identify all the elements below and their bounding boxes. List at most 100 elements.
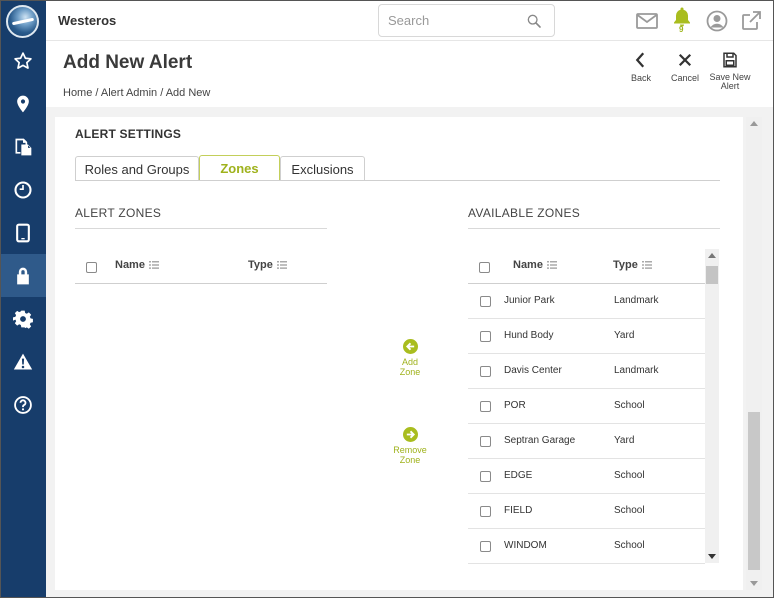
- scroll-down-icon[interactable]: [708, 554, 716, 559]
- row-checkbox[interactable]: [480, 366, 491, 377]
- page-header: Add New Alert Home / Alert Admin / Add N…: [46, 41, 774, 107]
- table-row[interactable]: POR School: [468, 389, 705, 424]
- zone-name: Davis Center: [504, 365, 562, 376]
- table-row[interactable]: FIELD School: [468, 494, 705, 529]
- row-checkbox[interactable]: [480, 331, 491, 342]
- sidebar-item-documents[interactable]: [0, 125, 46, 168]
- available-zones-name-header[interactable]: Name: [513, 259, 557, 271]
- sidebar-item-help[interactable]: [0, 383, 46, 426]
- save-new-alert-button[interactable]: Save New Alert: [706, 51, 754, 91]
- table-row[interactable]: Junior Park Landmark: [468, 284, 705, 319]
- breadcrumb-add-new: Add New: [165, 87, 211, 99]
- scrollbar-thumb[interactable]: [706, 266, 718, 284]
- alert-zones-list: [75, 284, 327, 564]
- top-bar: Westeros 9: [46, 0, 774, 41]
- row-checkbox[interactable]: [480, 506, 491, 517]
- section-title: ALERT SETTINGS: [75, 127, 182, 141]
- arrow-right-icon: [402, 427, 418, 442]
- available-zones-list: Junior Park Landmark Hund Body Yard Davi…: [468, 284, 705, 564]
- sidebar-item-settings[interactable]: [0, 297, 46, 340]
- alert-settings-panel: ALERT SETTINGS Roles and Groups Zones Ex…: [55, 117, 743, 590]
- zone-name: Hund Body: [504, 330, 554, 341]
- help-icon: [14, 395, 32, 414]
- tab-roles-and-groups[interactable]: Roles and Groups: [75, 156, 199, 181]
- column-menu-icon: [276, 261, 287, 269]
- zone-type: Landmark: [614, 295, 659, 306]
- sidebar-item-alerts[interactable]: [0, 340, 46, 383]
- table-row[interactable]: Davis Center Landmark: [468, 354, 705, 389]
- gear-icon: [13, 310, 33, 329]
- zone-type: School: [614, 505, 645, 516]
- lock-icon: [17, 267, 29, 284]
- search-box[interactable]: [378, 4, 555, 37]
- add-zone-button[interactable]: Add Zone: [393, 339, 427, 377]
- row-checkbox[interactable]: [480, 541, 491, 552]
- available-zones-title: AVAILABLE ZONES: [468, 206, 581, 220]
- tab-exclusions[interactable]: Exclusions: [280, 156, 365, 181]
- sidebar-item-favorites[interactable]: [0, 39, 46, 82]
- page-scrollbar[interactable]: [746, 117, 762, 590]
- row-checkbox[interactable]: [480, 401, 491, 412]
- zone-name: Junior Park: [504, 295, 555, 306]
- alert-zones-rule: [75, 228, 327, 229]
- documents-icon: [15, 138, 32, 155]
- zone-type: Yard: [614, 435, 635, 446]
- zone-name: Septran Garage: [504, 435, 576, 446]
- available-zones-type-header[interactable]: Type: [613, 259, 652, 271]
- scroll-down-icon[interactable]: [750, 581, 758, 586]
- zone-type: Landmark: [614, 365, 659, 376]
- remove-zone-button[interactable]: Remove Zone: [388, 427, 432, 465]
- zone-name: WINDOM: [504, 540, 547, 551]
- column-menu-icon: [546, 261, 557, 269]
- breadcrumb-home[interactable]: Home: [63, 87, 92, 99]
- row-checkbox[interactable]: [480, 471, 491, 482]
- warning-icon: [13, 353, 33, 369]
- table-row[interactable]: Hund Body Yard: [468, 319, 705, 354]
- row-checkbox[interactable]: [480, 436, 491, 447]
- tab-zones[interactable]: Zones: [199, 155, 280, 181]
- row-checkbox[interactable]: [480, 296, 491, 307]
- sidebar-item-devices[interactable]: [0, 211, 46, 254]
- user-account-icon[interactable]: [705, 9, 729, 33]
- cancel-button[interactable]: Cancel: [668, 51, 702, 83]
- breadcrumb-alert-admin[interactable]: Alert Admin: [101, 87, 157, 99]
- alert-zones-select-all-checkbox[interactable]: [86, 262, 97, 273]
- chevron-left-icon: [635, 52, 645, 68]
- clock-icon: [14, 180, 32, 199]
- app-logo[interactable]: [6, 5, 39, 38]
- available-zones-select-all-checkbox[interactable]: [479, 262, 490, 273]
- table-row[interactable]: EDGE School: [468, 459, 705, 494]
- tablet-icon: [16, 223, 30, 242]
- scroll-up-icon[interactable]: [750, 121, 758, 126]
- notification-count: 9: [679, 25, 684, 34]
- alert-zones-title: ALERT ZONES: [75, 206, 162, 220]
- available-zones-scrollbar[interactable]: [705, 249, 719, 563]
- breadcrumb: Home / Alert Admin / Add New: [63, 87, 211, 99]
- close-icon: [678, 53, 692, 67]
- sidebar-item-locations[interactable]: [0, 82, 46, 125]
- sidebar: [0, 0, 46, 598]
- table-row[interactable]: Septran Garage Yard: [468, 424, 705, 459]
- zone-name: POR: [504, 400, 526, 411]
- mail-icon[interactable]: [635, 9, 659, 33]
- external-link-icon[interactable]: [739, 9, 763, 33]
- arrow-left-icon: [402, 339, 418, 354]
- search-input[interactable]: [388, 13, 518, 28]
- page-title: Add New Alert: [63, 52, 193, 73]
- scroll-up-icon[interactable]: [708, 253, 716, 258]
- scrollbar-thumb[interactable]: [748, 412, 760, 570]
- zone-name: FIELD: [504, 505, 533, 516]
- sidebar-item-security[interactable]: [0, 254, 46, 297]
- zone-type: Yard: [614, 330, 635, 341]
- location-pin-icon: [17, 95, 29, 112]
- column-menu-icon: [148, 261, 159, 269]
- alert-zones-name-header[interactable]: Name: [115, 259, 159, 271]
- search-icon[interactable]: [526, 13, 542, 29]
- alert-zones-type-header[interactable]: Type: [248, 259, 287, 271]
- sidebar-item-history[interactable]: [0, 168, 46, 211]
- table-row[interactable]: WINDOM School: [468, 529, 705, 564]
- available-zones-rule: [468, 228, 720, 229]
- zone-type: School: [614, 400, 645, 411]
- back-button[interactable]: Back: [626, 51, 656, 83]
- star-icon: [14, 51, 32, 69]
